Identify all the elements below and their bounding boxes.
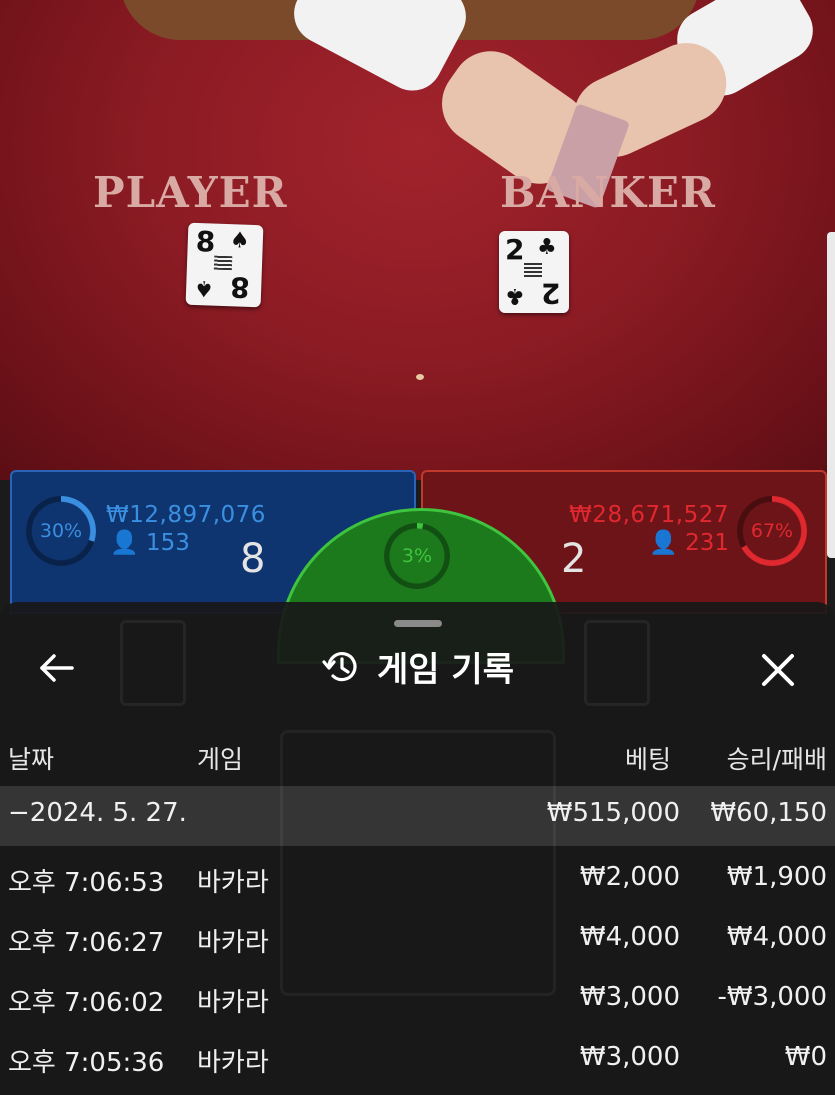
- player-count-value: 153: [145, 530, 190, 556]
- sheet-title: 게임 기록: [377, 650, 514, 690]
- row-time: 오후 7:06:27: [8, 928, 165, 958]
- player-table-label: PLAYER: [93, 168, 288, 217]
- banker-card: 2 ♣ ♣ 2: [499, 231, 569, 313]
- player-card-rank: 8: [195, 224, 216, 259]
- history-icon: [322, 651, 357, 681]
- player-total-bet: ₩12,897,076: [106, 502, 266, 528]
- chip-marker: [416, 374, 424, 380]
- card-pattern: [524, 263, 542, 277]
- sheet-header: 게임 기록: [0, 642, 835, 691]
- user-icon: 👤: [110, 530, 139, 556]
- spade-icon: ♠: [193, 274, 215, 301]
- sheet-drag-handle[interactable]: [394, 620, 442, 627]
- column-result: 승리/패배: [726, 745, 827, 774]
- banker-percent: 67%: [750, 520, 794, 542]
- row-game: 바카라: [197, 1048, 269, 1078]
- close-icon: [762, 654, 794, 686]
- banker-score: 2: [561, 536, 587, 582]
- banker-total-bet: ₩28,671,527: [569, 502, 729, 528]
- row-bet: ₩3,000: [579, 982, 680, 1012]
- player-score: 8: [240, 536, 266, 582]
- row-result: ₩1,900: [726, 862, 827, 892]
- game-history-sheet: 게임 기록 날짜 게임 베팅 승리/패배 −2024. 5. 27. ₩515,…: [0, 602, 835, 1095]
- banker-card-rank: 2: [541, 277, 561, 310]
- player-percent: 30%: [39, 520, 83, 542]
- banker-table-label: BANKER: [500, 168, 716, 217]
- user-icon: 👤: [649, 530, 678, 556]
- row-bet: ₩4,000: [579, 922, 680, 952]
- close-button[interactable]: [756, 648, 800, 692]
- date-group-bet: ₩515,000: [546, 798, 680, 828]
- spade-icon: ♠: [229, 228, 251, 254]
- row-result: ₩4,000: [726, 922, 827, 952]
- row-bet: ₩2,000: [579, 862, 680, 892]
- player-card-rank: 8: [229, 270, 251, 304]
- row-time: 오후 7:05:36: [8, 1048, 165, 1078]
- club-icon: ♣: [537, 235, 557, 260]
- history-row[interactable]: 오후 7:06:27 바카라 ₩4,000 ₩4,000: [0, 910, 835, 970]
- row-time: 오후 7:06:02: [8, 988, 165, 1018]
- row-game: 바카라: [197, 868, 269, 898]
- banker-bettor-count: 👤 231: [649, 529, 729, 556]
- row-bet: ₩3,000: [579, 1042, 680, 1072]
- player-card: 8 ♠ ♠ 8: [185, 222, 264, 308]
- player-bettor-count: 👤 153: [110, 529, 190, 556]
- history-row[interactable]: 오후 7:06:02 바카라 ₩3,000 -₩3,000: [0, 970, 835, 1030]
- date-group-result: ₩60,150: [710, 798, 827, 828]
- row-result: ₩0: [784, 1042, 827, 1072]
- banker-count-value: 231: [685, 530, 729, 556]
- row-game: 바카라: [197, 928, 269, 958]
- date-group-date: −2024. 5. 27.: [8, 798, 187, 828]
- side-scroll-tab[interactable]: [827, 232, 835, 558]
- history-row[interactable]: 오후 7:06:53 바카라 ₩2,000 ₩1,900: [0, 850, 835, 910]
- club-icon: ♣: [505, 283, 525, 308]
- column-game: 게임: [197, 745, 244, 774]
- column-bet: 베팅: [624, 745, 671, 774]
- date-group-row[interactable]: −2024. 5. 27. ₩515,000 ₩60,150: [0, 786, 835, 846]
- history-row[interactable]: 오후 7:05:36 바카라 ₩3,000 ₩0: [0, 1030, 835, 1090]
- live-table-video: PLAYER BANKER 8 ♠ ♠ 8 2 ♣ ♣ 2: [0, 0, 835, 480]
- banker-card-rank: 2: [505, 233, 525, 266]
- row-time: 오후 7:06:53: [8, 868, 165, 898]
- card-pattern: [213, 255, 233, 271]
- row-game: 바카라: [197, 988, 269, 1018]
- column-date: 날짜: [8, 745, 55, 774]
- row-result: -₩3,000: [717, 982, 827, 1012]
- tie-percent: 3%: [401, 545, 433, 567]
